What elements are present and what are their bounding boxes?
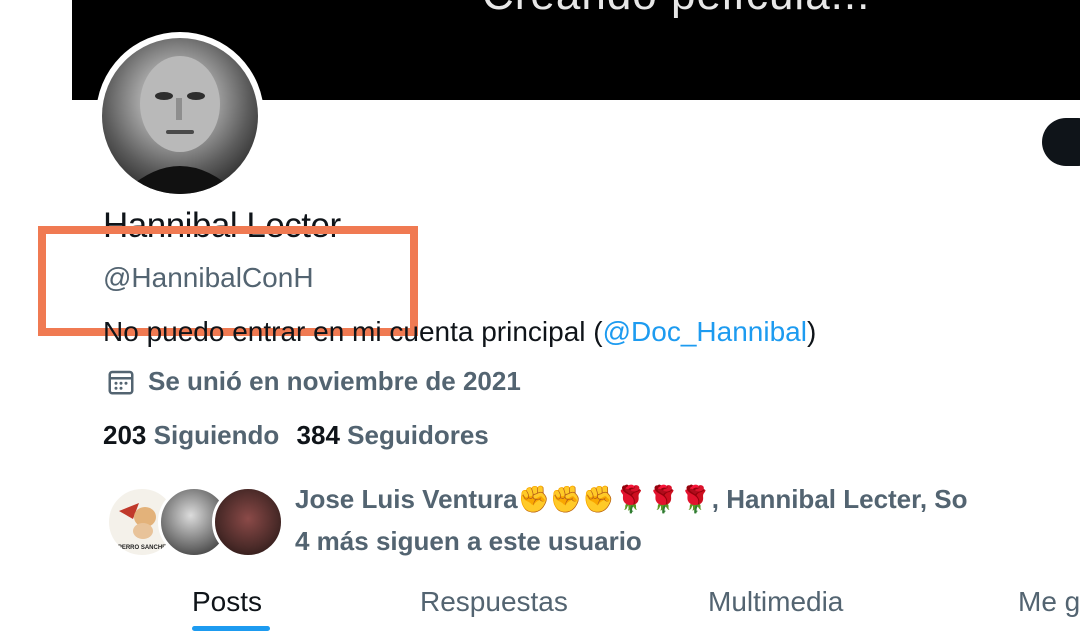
follow-button[interactable]: [1042, 118, 1080, 166]
follower-avatar: [212, 486, 284, 558]
profile-stats: 203 Siguiendo 384 Seguidores: [103, 420, 489, 451]
following-stat[interactable]: 203 Siguiendo: [103, 420, 279, 450]
followers-you-know-count: 4 más siguen a este usuario: [295, 526, 642, 556]
calendar-icon: [108, 370, 134, 394]
followers-label: Seguidores: [347, 420, 489, 450]
face-silhouette: [122, 56, 238, 194]
followers-you-know-avatars[interactable]: PERRO SANCHE: [106, 486, 284, 560]
profile-tabs: Posts Respuestas Multimedia Me g: [72, 574, 1080, 631]
banner-text: Creando película...: [482, 0, 870, 20]
bio-text-end: ): [806, 316, 817, 347]
svg-text:PERRO SANCHE: PERRO SANCHE: [118, 545, 166, 551]
avatar-photo: [102, 38, 258, 194]
tab-posts[interactable]: Posts: [192, 586, 262, 618]
following-label: Siguiendo: [153, 420, 280, 450]
joined-text: Se unió en noviembre de 2021: [148, 366, 521, 396]
followers-stat[interactable]: 384 Seguidores: [297, 420, 489, 450]
tab-multimedia[interactable]: Multimedia: [708, 586, 843, 618]
tab-respuestas[interactable]: Respuestas: [420, 586, 568, 618]
following-count: 203: [103, 420, 147, 450]
joined-date: Se unió en noviembre de 2021: [106, 366, 521, 397]
active-tab-indicator: [192, 626, 270, 631]
followers-you-know-text[interactable]: Jose Luis Ventura✊✊✊🌹🌹🌹, Hannibal Lecter…: [295, 478, 968, 562]
profile-avatar[interactable]: [96, 32, 264, 200]
profile-bio: No puedo entrar en mi cuenta principal (…: [103, 316, 816, 348]
followers-count: 384: [296, 420, 340, 450]
followers-you-know-names: Jose Luis Ventura✊✊✊🌹🌹🌹, Hannibal Lecter…: [295, 484, 968, 514]
bio-text: No puedo entrar en mi cuenta principal (: [103, 316, 603, 347]
bio-mention-link[interactable]: @Doc_Hannibal: [603, 316, 807, 347]
tab-me-gusta[interactable]: Me g: [1018, 586, 1080, 618]
